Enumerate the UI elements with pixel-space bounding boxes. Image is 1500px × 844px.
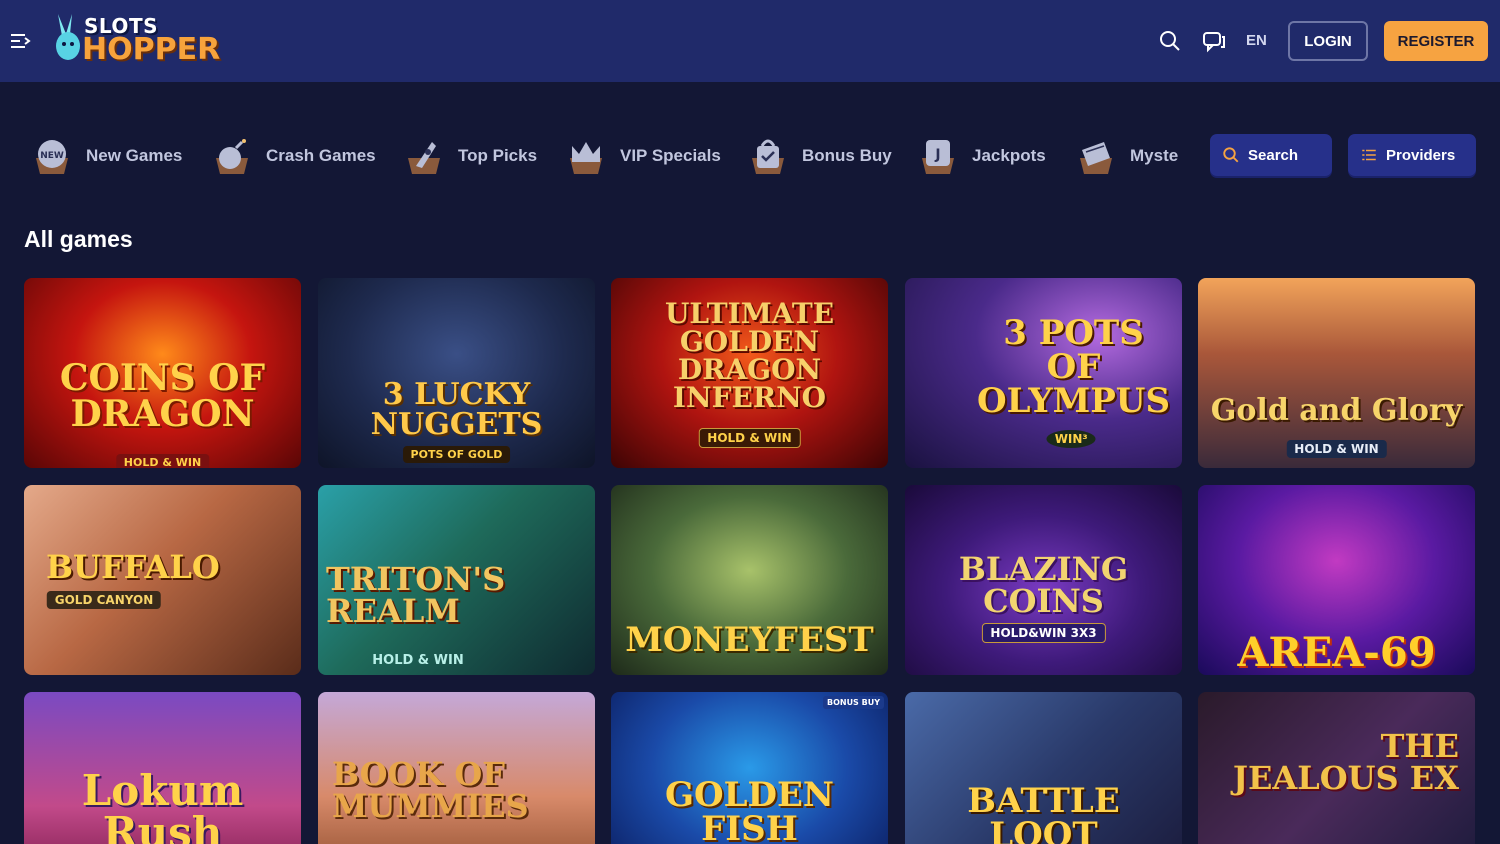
shopping-bag-icon — [752, 139, 784, 174]
game-tile[interactable]: ULTIMATE GOLDEN DRAGON INFERNO HOLD & WI… — [611, 278, 888, 468]
game-tile[interactable]: MONEYFEST — [611, 485, 888, 675]
logo-text-bottom: HOPPER — [82, 32, 221, 67]
game-title: BATTLE LOOT — [967, 781, 1120, 844]
svg-text:J: J — [934, 147, 940, 163]
search-icon[interactable] — [1158, 29, 1182, 53]
game-title: BOOK OF MUMMIES — [332, 755, 529, 825]
search-icon — [1223, 147, 1239, 163]
svg-text:NEW: NEW — [40, 151, 64, 161]
rocket-icon — [408, 142, 440, 174]
game-tile[interactable]: BATTLE LOOT — [905, 692, 1182, 844]
game-tile[interactable]: 3 LUCKY NUGGETS POTS OF GOLD — [318, 278, 595, 468]
category-new-games[interactable]: NEW New Games — [32, 136, 182, 176]
login-button[interactable]: LOGIN — [1288, 21, 1368, 61]
game-subtitle: WIN³ — [1046, 430, 1096, 448]
game-tile[interactable]: 3 POTS OF OLYMPUS WIN³ — [905, 278, 1182, 468]
game-tile[interactable]: TRITON'S REALM HOLD & WIN — [318, 485, 595, 675]
game-subtitle: HOLD & WIN — [1286, 440, 1387, 458]
game-tile[interactable]: BOOK OF MUMMIES — [318, 692, 595, 844]
game-title: THE JEALOUS EX — [1232, 727, 1459, 797]
site-logo[interactable]: SLOTS HOPPER — [52, 10, 220, 70]
game-title: TRITON'S REALM — [326, 560, 506, 630]
game-tile[interactable]: Lokum Rush — [24, 692, 301, 844]
category-mystery[interactable]: Myste — [1076, 136, 1178, 176]
game-subtitle: POTS OF GOLD — [402, 446, 511, 463]
chat-icon[interactable] — [1202, 29, 1226, 53]
game-title: MONEYFEST — [625, 620, 874, 660]
new-badge-icon: NEW — [36, 140, 68, 174]
game-subtitle: GOLD CANYON — [46, 591, 162, 609]
category-vip-specials[interactable]: VIP Specials — [566, 136, 721, 176]
category-top-picks[interactable]: Top Picks — [404, 136, 537, 176]
game-subtitle: HOLD&WIN 3X3 — [981, 623, 1106, 643]
game-title: BUFFALO — [46, 548, 220, 586]
top-header: SLOTS HOPPER EN LOGIN REGISTER — [0, 0, 1500, 82]
game-tile[interactable]: BLAZING COINS HOLD&WIN 3X3 — [905, 485, 1182, 675]
game-tile[interactable]: BONUS BUY GOLDEN FISH — [611, 692, 888, 844]
game-title: 3 LUCKY NUGGETS — [370, 377, 543, 442]
register-button[interactable]: REGISTER — [1384, 21, 1488, 61]
game-subtitle: HOLD & WIN — [698, 428, 801, 448]
category-crash-games[interactable]: Crash Games — [212, 136, 376, 176]
category-nav: NEW New Games Crash Games Top Picks VIP … — [0, 130, 1500, 180]
game-title: BLAZING COINS — [958, 550, 1129, 620]
game-title: 3 POTS OF OLYMPUS — [976, 313, 1171, 421]
list-icon — [1362, 149, 1376, 161]
jackpot-icon: J — [922, 140, 954, 174]
game-title: COINS OF DRAGON — [59, 357, 266, 435]
category-bonus-buy[interactable]: Bonus Buy — [748, 136, 892, 176]
game-title: AREA-69 — [1237, 629, 1436, 675]
game-tile[interactable]: COINS OF DRAGON HOLD & WIN — [24, 278, 301, 468]
game-title: ULTIMATE GOLDEN DRAGON INFERNO — [664, 297, 835, 414]
game-title: Gold and Glory — [1210, 393, 1463, 428]
game-subtitle: HOLD & WIN — [372, 653, 464, 668]
section-title: All games — [24, 226, 133, 252]
language-selector[interactable]: EN — [1246, 32, 1267, 49]
category-jackpots[interactable]: J Jackpots — [918, 136, 1046, 176]
game-tile[interactable]: Gold and Glory HOLD & WIN — [1198, 278, 1475, 468]
crown-icon — [570, 142, 602, 174]
game-tile[interactable]: AREA-69 — [1198, 485, 1475, 675]
game-tile[interactable]: BUFFALO GOLD CANYON — [24, 485, 301, 675]
mystery-book-icon — [1080, 142, 1112, 174]
bonus-buy-badge: BONUS BUY — [822, 696, 884, 709]
game-subtitle: HOLD & WIN — [115, 454, 210, 468]
search-button[interactable]: Search — [1210, 134, 1332, 176]
menu-icon[interactable] — [10, 30, 32, 52]
game-title: Lokum Rush — [81, 766, 244, 844]
bomb-icon — [216, 139, 248, 174]
game-title: GOLDEN FISH — [664, 775, 835, 844]
providers-button[interactable]: Providers — [1348, 134, 1476, 176]
game-tile[interactable]: THE JEALOUS EX — [1198, 692, 1475, 844]
